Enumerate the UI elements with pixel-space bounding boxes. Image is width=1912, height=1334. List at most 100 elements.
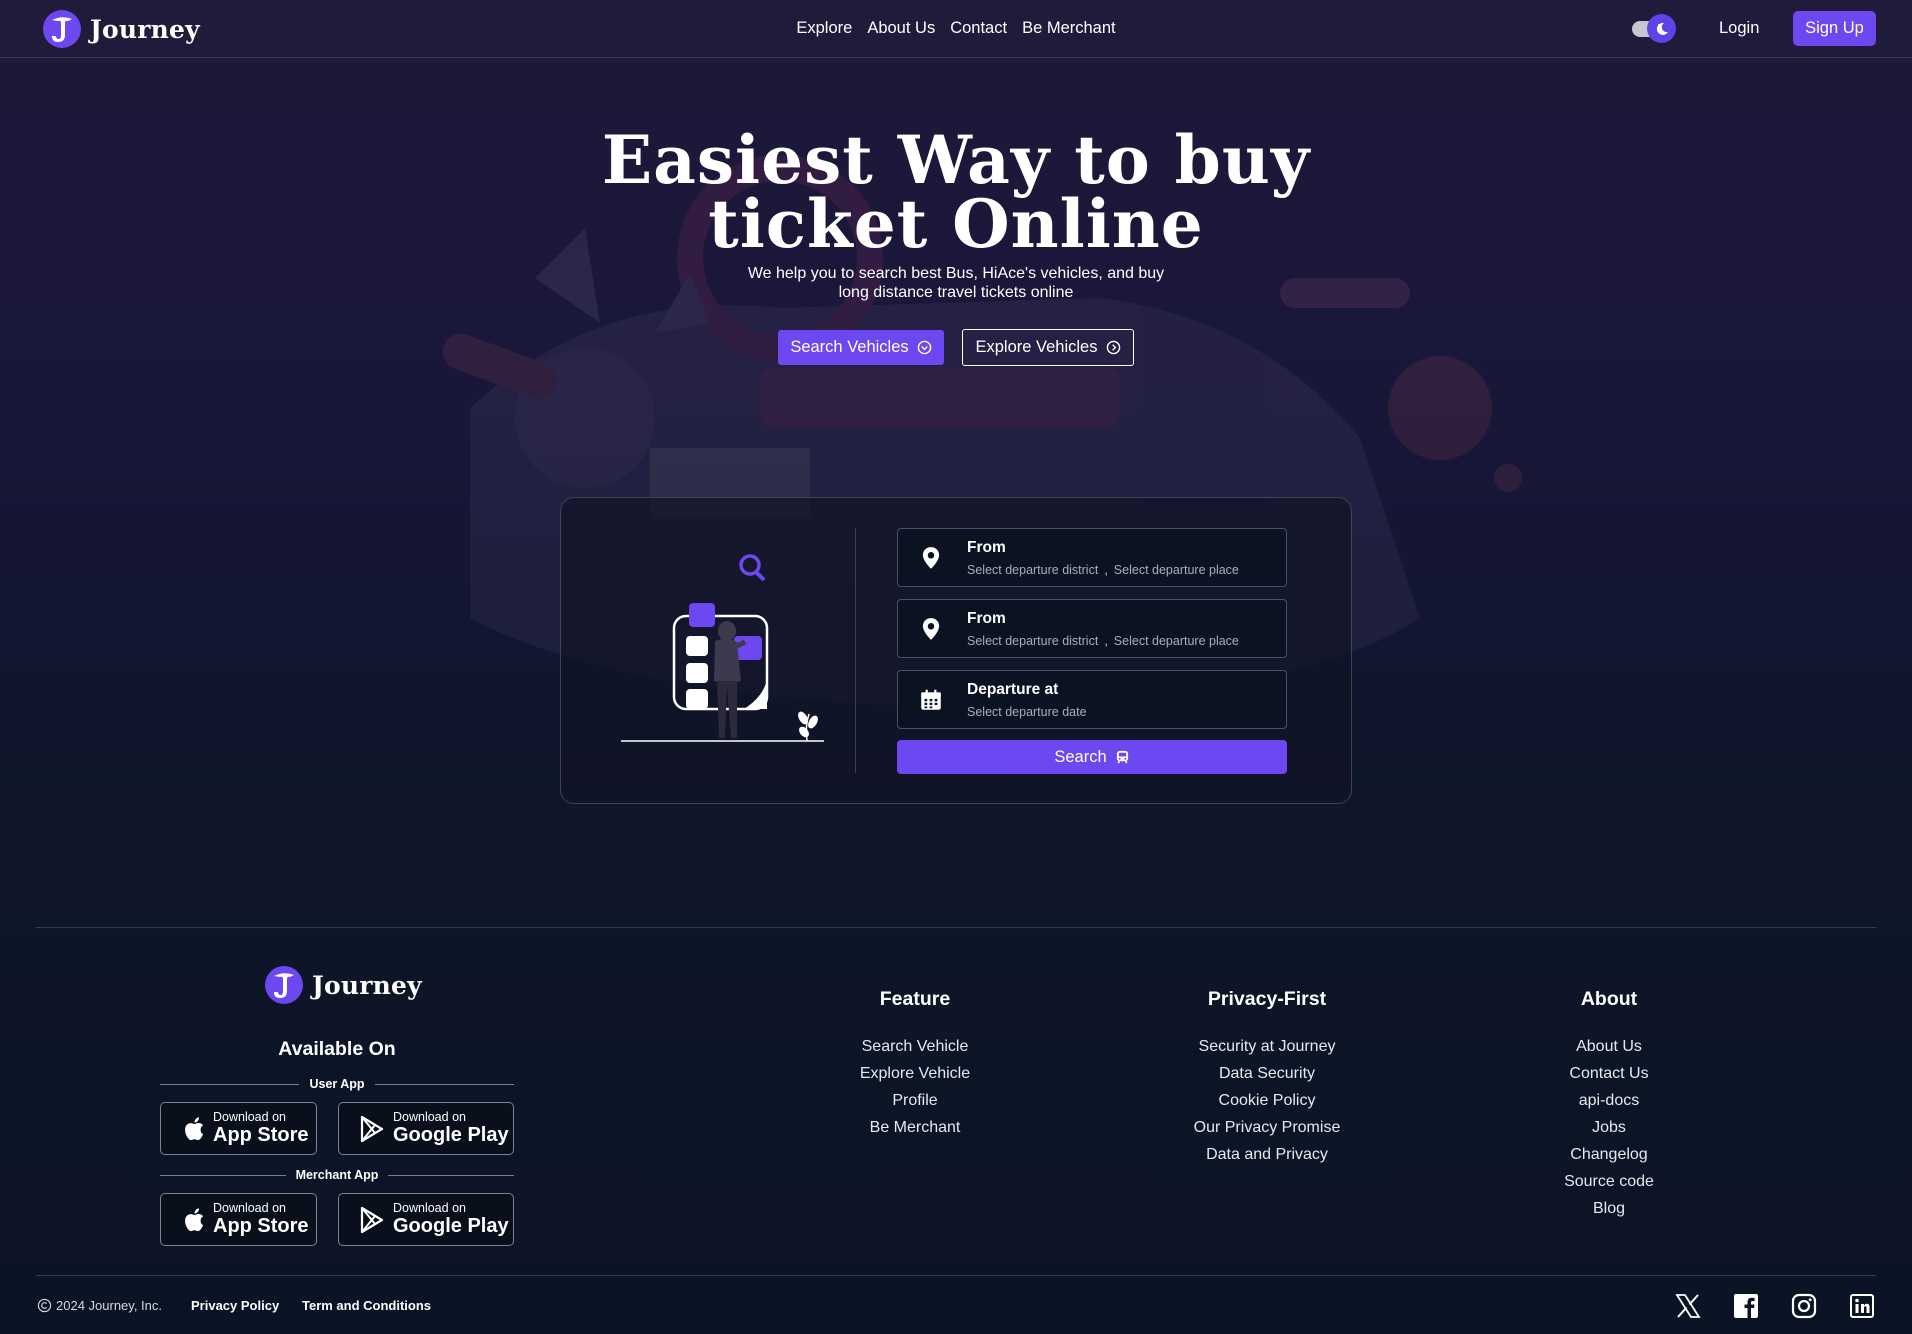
hint-separator: , xyxy=(1104,563,1108,577)
footer-link-jobs[interactable]: Jobs xyxy=(1489,1114,1729,1141)
footer-column-title: Privacy-First xyxy=(1207,988,1327,1010)
footer-link-explore-vehicle[interactable]: Explore Vehicle xyxy=(795,1060,1035,1087)
user-app-store-button[interactable]: Download on App Store xyxy=(160,1102,317,1155)
footer-link-contact-us[interactable]: Contact Us xyxy=(1489,1060,1729,1087)
facebook-social-link[interactable] xyxy=(1732,1292,1760,1320)
instagram-icon xyxy=(1791,1293,1817,1319)
search-vehicles-label: Search Vehicles xyxy=(790,338,909,356)
from-district-select-2[interactable]: Select departure district xyxy=(967,634,1098,648)
from-field-2[interactable]: From Select departure district, Select de… xyxy=(897,599,1287,658)
hero-subtitle: We help you to search best Bus, HiAce's … xyxy=(706,264,1206,302)
nav-explore[interactable]: Explore xyxy=(796,19,852,38)
hero-subtitle-line-2: long distance travel tickets online xyxy=(838,284,1074,301)
merchant-google-play-text: Download on Google Play xyxy=(393,1201,509,1238)
footer-link-data-security[interactable]: Data Security xyxy=(1147,1060,1387,1087)
footer-divider-bottom xyxy=(36,1275,1876,1276)
user-app-store-text: Download on App Store xyxy=(213,1110,309,1147)
footer-column-title: About xyxy=(1580,988,1638,1010)
apple-icon xyxy=(185,1116,204,1140)
brand-home-link[interactable]: Journey xyxy=(42,9,200,49)
footer-brand-link[interactable]: Journey xyxy=(264,965,422,1005)
google-play-icon xyxy=(360,1206,384,1233)
footer-brand-name: Journey xyxy=(312,970,422,1000)
from-district-select-1[interactable]: Select departure district xyxy=(967,563,1098,577)
footer-link-data-and-privacy[interactable]: Data and Privacy xyxy=(1147,1141,1387,1168)
user-app-divider: User App xyxy=(160,1076,515,1092)
search-submit-button[interactable]: Search xyxy=(897,740,1287,774)
from-label-2: From xyxy=(967,610,1006,627)
search-vehicles-button[interactable]: Search Vehicles xyxy=(778,330,944,365)
user-google-play-button[interactable]: Download on Google Play xyxy=(338,1102,514,1155)
calendar-icon xyxy=(921,689,941,710)
explore-vehicles-button[interactable]: Explore Vehicles xyxy=(962,329,1134,366)
moon-icon xyxy=(1656,22,1668,35)
merchant-app-divider: Merchant App xyxy=(160,1167,514,1183)
from-hint-2: Select departure district, Select departu… xyxy=(967,634,1239,648)
footer-link-api-docs[interactable]: api-docs xyxy=(1489,1087,1729,1114)
footer-link-be-merchant[interactable]: Be Merchant xyxy=(795,1114,1035,1141)
journey-logo-icon xyxy=(265,966,303,1004)
hero-title: Easiest Way to buy ticket Online xyxy=(456,127,1456,257)
nav-contact[interactable]: Contact xyxy=(950,19,1007,38)
explore-vehicles-label: Explore Vehicles xyxy=(975,338,1098,356)
from-place-select-2[interactable]: Select departure place xyxy=(1114,634,1239,648)
footer-link-privacy-promise[interactable]: Our Privacy Promise xyxy=(1147,1114,1387,1141)
footer-link-cookie-policy[interactable]: Cookie Policy xyxy=(1147,1087,1387,1114)
chevron-right-circle-icon xyxy=(1106,340,1120,355)
hint-separator: , xyxy=(1104,634,1108,648)
footer-link-search-vehicle[interactable]: Search Vehicle xyxy=(795,1033,1035,1060)
footer-column-about: About About Us Contact Us api-docs Jobs … xyxy=(1489,988,1729,1222)
nav-about-us[interactable]: About Us xyxy=(867,19,935,38)
user-google-play-text: Download on Google Play xyxy=(393,1110,509,1147)
departure-date-field[interactable]: Departure at Select departure date xyxy=(897,670,1287,729)
main-nav: Explore About Us Contact Be Merchant xyxy=(0,19,1912,38)
brand-name: Journey xyxy=(90,14,200,44)
hero-subtitle-line-1: We help you to search best Bus, HiAce's … xyxy=(747,265,1165,282)
login-link[interactable]: Login xyxy=(1719,19,1759,38)
user-app-label: User App xyxy=(309,1077,365,1091)
copyright-icon xyxy=(37,1298,52,1313)
instagram-social-link[interactable] xyxy=(1790,1292,1818,1320)
hero-title-line-2: ticket Online xyxy=(708,185,1204,263)
privacy-policy-link[interactable]: Privacy Policy xyxy=(191,1298,279,1313)
search-submit-label: Search xyxy=(1054,747,1107,766)
departure-label: Departure at xyxy=(967,681,1059,698)
linkedin-social-link[interactable] xyxy=(1848,1292,1876,1320)
from-hint-1: Select departure district, Select departu… xyxy=(967,563,1239,577)
copyright-text: 2024 Journey, Inc. xyxy=(56,1298,162,1313)
footer-link-profile[interactable]: Profile xyxy=(795,1087,1035,1114)
card-divider xyxy=(855,528,856,773)
x-social-link[interactable] xyxy=(1674,1292,1702,1320)
apple-icon xyxy=(185,1207,204,1231)
merchant-app-store-text: Download on App Store xyxy=(213,1201,309,1238)
facebook-icon xyxy=(1734,1294,1758,1318)
top-navbar: Journey Explore About Us Contact Be Merc… xyxy=(0,0,1912,58)
signup-button[interactable]: Sign Up xyxy=(1793,11,1876,46)
from-place-select-1[interactable]: Select departure place xyxy=(1114,563,1239,577)
theme-toggle[interactable] xyxy=(1630,14,1676,43)
linkedin-icon xyxy=(1850,1294,1874,1318)
search-card: From Select departure district, Select de… xyxy=(560,497,1352,804)
footer-link-about-us[interactable]: About Us xyxy=(1489,1033,1729,1060)
copyright: 2024 Journey, Inc. xyxy=(37,1298,162,1313)
footer-link-security[interactable]: Security at Journey xyxy=(1147,1033,1387,1060)
available-on-heading: Available On xyxy=(278,1038,396,1060)
from-label-1: From xyxy=(967,539,1006,556)
location-pin-icon xyxy=(922,618,940,640)
departure-hint: Select departure date xyxy=(967,705,1087,719)
footer-divider-top xyxy=(36,927,1876,928)
merchant-google-play-button[interactable]: Download on Google Play xyxy=(338,1193,514,1246)
footer-column-privacy: Privacy-First Security at Journey Data S… xyxy=(1147,988,1387,1168)
bus-icon xyxy=(1116,750,1128,764)
footer-link-source-code[interactable]: Source code xyxy=(1489,1168,1729,1195)
from-field-1[interactable]: From Select departure district, Select de… xyxy=(897,528,1287,587)
toggle-knob xyxy=(1647,14,1676,43)
x-icon xyxy=(1675,1294,1701,1318)
nav-be-merchant[interactable]: Be Merchant xyxy=(1022,19,1116,38)
footer-link-blog[interactable]: Blog xyxy=(1489,1195,1729,1222)
terms-link[interactable]: Term and Conditions xyxy=(302,1298,431,1313)
footer-link-changelog[interactable]: Changelog xyxy=(1489,1141,1729,1168)
journey-logo-icon xyxy=(43,10,81,48)
merchant-app-label: Merchant App xyxy=(295,1168,379,1182)
merchant-app-store-button[interactable]: Download on App Store xyxy=(160,1193,317,1246)
